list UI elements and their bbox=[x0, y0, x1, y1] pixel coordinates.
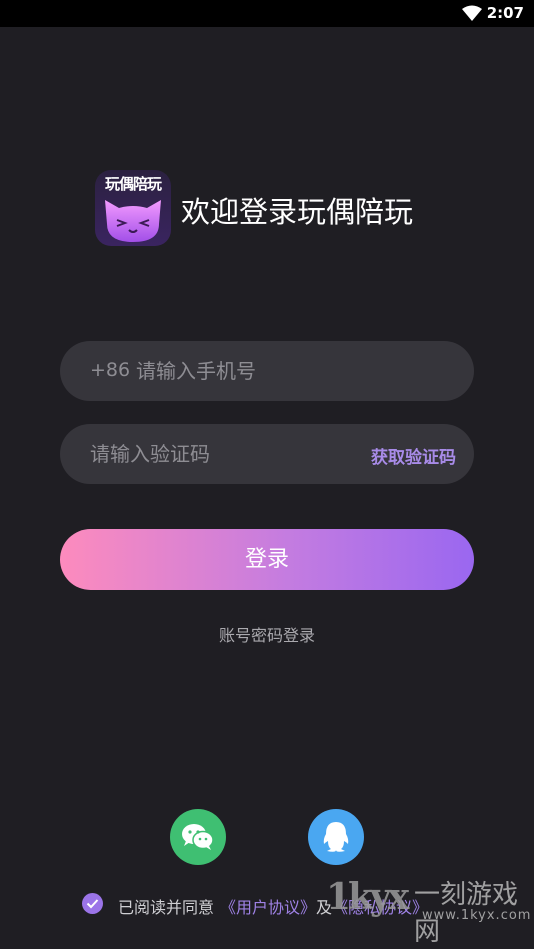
header: 玩偶陪玩 欢迎登录玩偶陪玩 bbox=[95, 170, 495, 246]
password-login-link[interactable]: 账号密码登录 bbox=[0, 622, 534, 646]
logo-text: 玩偶陪玩 bbox=[104, 175, 162, 193]
welcome-title: 欢迎登录玩偶陪玩 bbox=[181, 195, 414, 229]
status-time: 2:07 bbox=[486, 4, 524, 22]
country-code-prefix[interactable]: +86 bbox=[90, 359, 130, 381]
user-agreement-link[interactable]: 《用户协议》 bbox=[220, 894, 316, 918]
watermark-url: www.1kyx.com bbox=[422, 908, 532, 923]
site-watermark: 1kyx 一刻游戏网 www.1kyx.com bbox=[326, 872, 534, 947]
wechat-icon bbox=[182, 824, 214, 850]
agreement-prefix-text: 已阅读并同意 bbox=[118, 898, 215, 917]
wechat-login-button[interactable] bbox=[170, 809, 226, 865]
qq-login-button[interactable] bbox=[308, 809, 364, 865]
qq-icon bbox=[323, 822, 349, 852]
get-code-button[interactable]: 获取验证码 bbox=[371, 443, 456, 468]
status-bar: 2:07 bbox=[0, 0, 534, 27]
verification-code-input[interactable] bbox=[90, 424, 350, 484]
wifi-icon bbox=[462, 5, 482, 21]
cat-mascot-icon bbox=[105, 200, 161, 242]
agreement-checkbox[interactable] bbox=[82, 893, 103, 914]
checkmark-icon bbox=[86, 899, 99, 909]
verification-code-field[interactable]: 获取验证码 bbox=[60, 424, 474, 484]
app-logo: 玩偶陪玩 bbox=[95, 170, 171, 246]
phone-input[interactable] bbox=[136, 341, 436, 401]
phone-field[interactable]: +86 bbox=[60, 341, 474, 401]
watermark-logo: 1kyx bbox=[326, 876, 409, 918]
login-button[interactable]: 登录 bbox=[60, 529, 474, 590]
